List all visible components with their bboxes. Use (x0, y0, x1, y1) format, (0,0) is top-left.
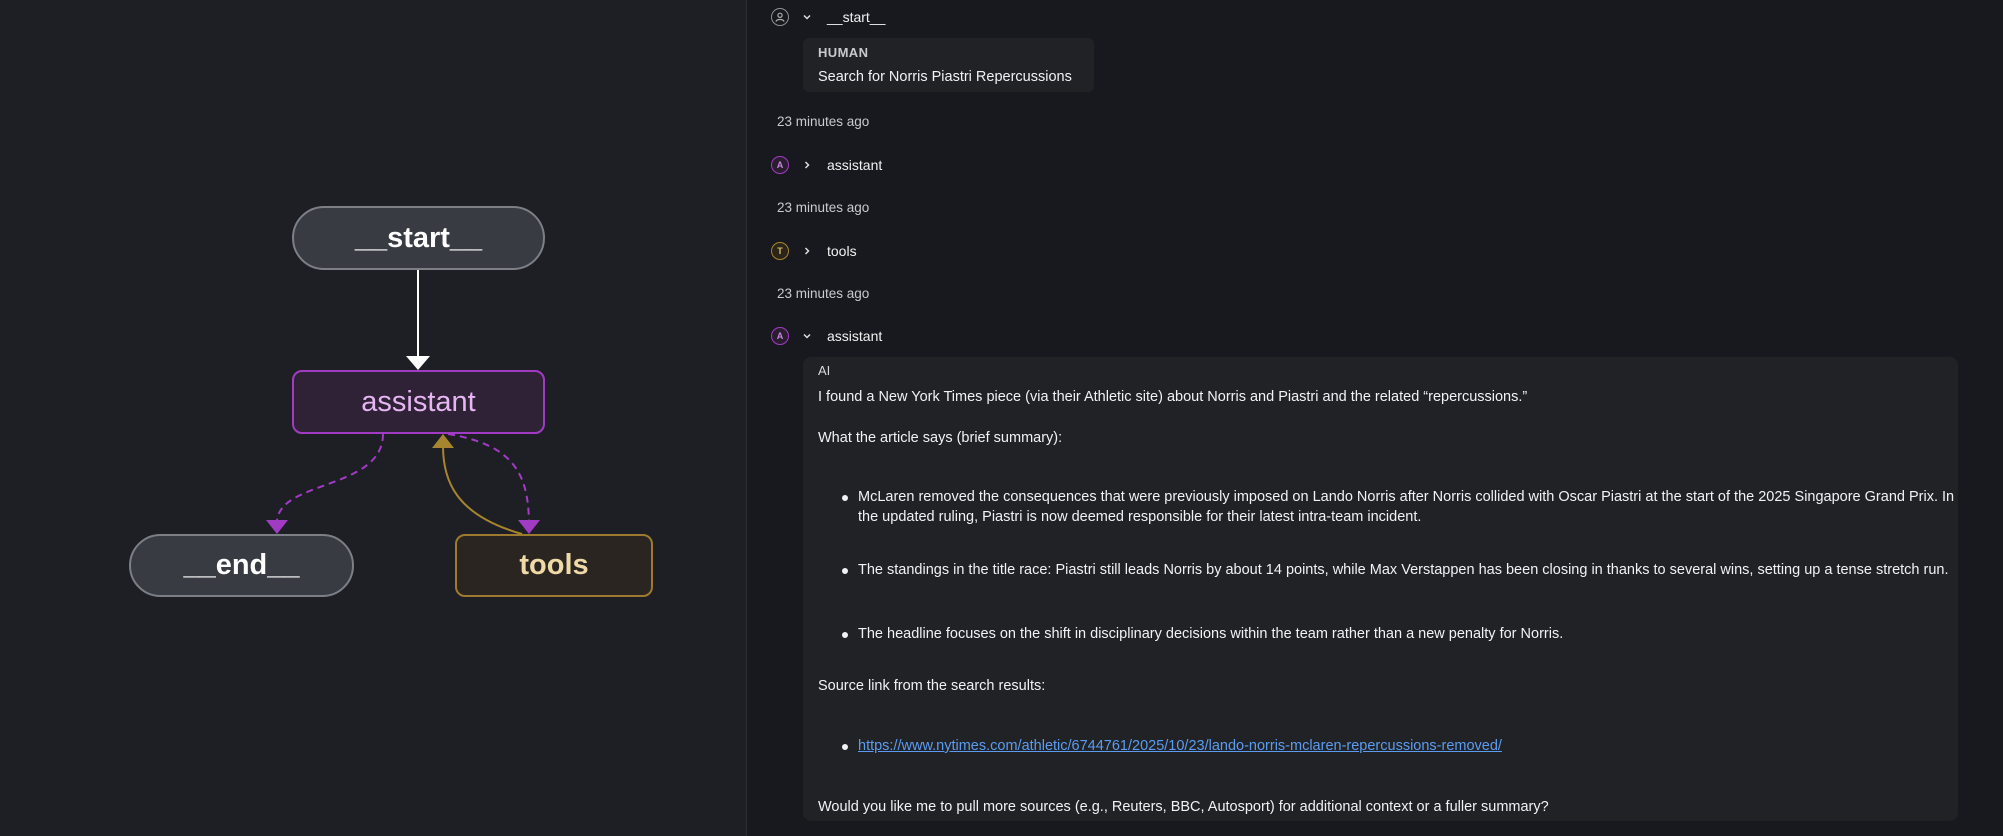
edge-assistant-end-arrow (266, 520, 288, 534)
ai-bullet-item: The headline focuses on the shift in dis… (858, 626, 1564, 642)
thread-entry-start[interactable]: __start__ (771, 7, 885, 27)
chevron-down-icon[interactable] (801, 330, 813, 342)
edge-assistant-tools (447, 433, 530, 523)
message-role-label: AI (818, 363, 831, 378)
timestamp: 23 minutes ago (777, 200, 870, 215)
ai-source-heading: Source link from the search results: (818, 678, 1046, 694)
timestamp: 23 minutes ago (777, 114, 870, 129)
assistant-avatar: A (771, 327, 789, 345)
thread-entry-assistant[interactable]: A assistant (771, 155, 882, 175)
ai-intro-text: I found a New York Times piece (via thei… (818, 389, 1528, 405)
thread-entry-assistant[interactable]: A assistant (771, 326, 882, 346)
thread-entry-tools[interactable]: T tools (771, 241, 857, 261)
graph-node-end[interactable]: __end__ (129, 534, 354, 597)
edge-assistant-end (276, 433, 384, 523)
edge-tools-assistant (442, 445, 523, 535)
graph-node-tools[interactable]: tools (455, 534, 653, 597)
source-link-item: https://www.nytimes.com/athletic/6744761… (858, 736, 1958, 756)
ai-message-card: AI I found a New York Times piece (via t… (803, 357, 1958, 821)
ai-follow-up-text: Would you like me to pull more sources (… (818, 799, 1549, 815)
assistant-avatar: A (771, 156, 789, 174)
thread-entry-node-name: assistant (827, 328, 883, 344)
ai-bullet-item: McLaren removed the consequences that we… (858, 489, 1955, 525)
thread-panel: __start__ HUMAN Search for Norris Piastr… (747, 0, 2003, 836)
human-message-text: Search for Norris Piastri Repercussions (818, 69, 1072, 85)
edge-tools-assistant-arrow (432, 434, 454, 448)
chevron-right-icon[interactable] (801, 159, 813, 171)
edge-start-assistant-arrow (406, 356, 430, 370)
chevron-right-icon[interactable] (801, 245, 813, 257)
edge-assistant-tools-arrow (518, 520, 540, 534)
message-role-label: HUMAN (818, 45, 869, 60)
thread-entry-node-name: __start__ (827, 9, 886, 25)
ai-bullet-item: The standings in the title race: Piastri… (858, 562, 1949, 578)
ai-summary-heading: What the article says (brief summary): (818, 430, 1063, 446)
source-link[interactable]: https://www.nytimes.com/athletic/6744761… (858, 738, 1502, 754)
tools-avatar: T (771, 242, 789, 260)
human-message-card: HUMAN Search for Norris Piastri Repercus… (803, 38, 1094, 92)
chevron-down-icon[interactable] (801, 11, 813, 23)
graph-panel: __start__ assistant __end__ tools (0, 0, 746, 836)
thread-entry-node-name: tools (827, 243, 857, 259)
graph-node-start[interactable]: __start__ (292, 206, 545, 270)
graph-node-assistant[interactable]: assistant (292, 370, 545, 434)
thread-entry-node-name: assistant (827, 157, 883, 173)
timestamp: 23 minutes ago (777, 286, 870, 301)
user-icon (771, 8, 789, 26)
